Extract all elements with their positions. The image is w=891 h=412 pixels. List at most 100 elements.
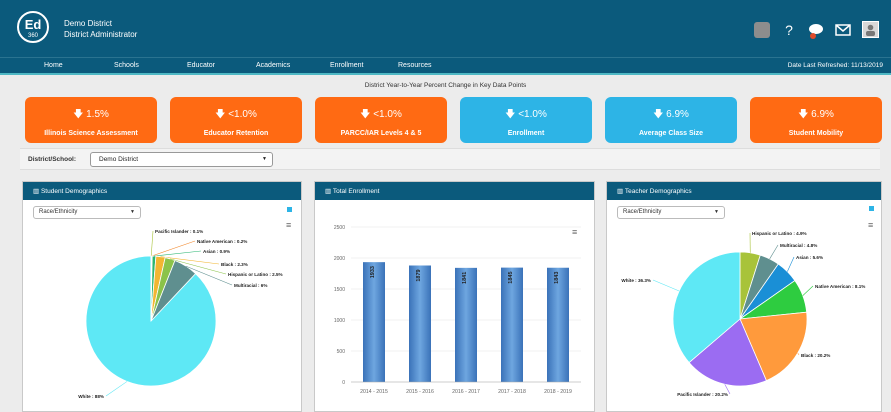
kpi-card[interactable]: 🡇 <1.0% Educator Retention (170, 97, 302, 143)
pie-data-label: Pacific Islander : 20.2% (677, 392, 728, 397)
pie-data-label: White : 88% (78, 394, 104, 399)
kpi-value: 🡇 1.5% (73, 109, 109, 120)
enrollment-bar[interactable] (455, 267, 477, 382)
bar-chart-icon: ▥ (617, 188, 625, 195)
nav-academics[interactable]: Academics (256, 62, 290, 69)
nav-enrollment[interactable]: Enrollment (330, 62, 363, 69)
pie-data-label: Native American : 8.1% (815, 284, 865, 289)
label-leader-line (797, 352, 800, 356)
kpi-label: PARCC/IAR Levels 4 & 5 (340, 130, 422, 137)
label-leader-line (652, 279, 680, 292)
kpi-value: 🡇 6.9% (798, 109, 834, 120)
district-school-select[interactable]: Demo District ▼ (90, 152, 273, 167)
bar-data-label: 1933 (370, 266, 376, 278)
arrow-down-icon: 🡇 (360, 109, 374, 120)
y-tick-label: 500 (337, 349, 346, 355)
kpi-label: Enrollment (507, 130, 545, 137)
label-leader-line (105, 381, 128, 397)
label-leader-line (769, 244, 779, 260)
enrollment-bar[interactable] (409, 265, 431, 382)
kpi-value: 🡇 <1.0% (505, 109, 547, 120)
enrollment-bar[interactable] (501, 267, 523, 382)
chat-icon[interactable] (808, 22, 824, 39)
pie-data-label: Hispanic or Latino : 2.5% (228, 272, 283, 277)
nav-educator[interactable]: Educator (187, 62, 215, 69)
x-tick-label: 2016 - 2017 (452, 389, 480, 395)
pie-data-label: White : 36.3% (621, 278, 651, 283)
label-leader-line (154, 250, 202, 257)
panel-title: Total Enrollment (332, 188, 380, 195)
kpi-label: Educator Retention (203, 130, 269, 137)
ed360-logo[interactable]: Ed 360 (17, 11, 49, 43)
label-leader-line (787, 256, 795, 272)
help-icon[interactable]: ? (781, 22, 797, 38)
user-avatar-icon[interactable] (862, 21, 879, 38)
header-icons: ? (754, 21, 879, 39)
kpi-card[interactable]: 🡇 <1.0% PARCC/IAR Levels 4 & 5 (315, 97, 447, 143)
teacher-pie-chart: Hispanic or Latino : 4.9% Multiracial : 4… (621, 231, 865, 397)
user-role: District Administrator (64, 30, 138, 39)
main-nav: Home Schools Educator Academics Enrollme… (0, 57, 891, 75)
arrow-down-icon: 🡇 (505, 109, 519, 120)
last-refreshed: Date Last Refreshed: 11/13/2019 (787, 62, 883, 69)
pie-data-label: Multiracial : 6% (234, 283, 267, 288)
kpi-value: 🡇 <1.0% (360, 109, 402, 120)
district-school-value: Demo District (99, 156, 139, 163)
enrollment-bar[interactable] (363, 262, 385, 382)
panel-title: Student Demographics (40, 188, 108, 195)
label-leader-line (150, 230, 154, 257)
kpi-value: 🡇 6.9% (653, 109, 689, 120)
bar-data-label: 1843 (554, 272, 560, 284)
enrollment-bar-chart: 0 500 1000 1500 2000 2500 1933 2014 - 2015 1879 2… (334, 225, 581, 395)
student-demographics-panel: ▥ Student Demographics Race/Ethnicity ▼ … (22, 181, 302, 412)
y-tick-label: 2500 (334, 225, 345, 231)
x-tick-label: 2015 - 2016 (406, 389, 434, 395)
teacher-demographics-panel: ▥ Teacher Demographics Race/Ethnicity ▼ … (606, 181, 882, 412)
panel-title: Teacher Demographics (624, 188, 692, 195)
panel-header: ▥ Total Enrollment (315, 182, 594, 200)
bar-data-label: 1879 (416, 269, 422, 281)
y-tick-label: 2000 (334, 256, 345, 262)
kpi-card[interactable]: 🡇 1.5% Illinois Science Assessment (25, 97, 157, 143)
grey-square-icon[interactable] (754, 21, 770, 38)
pie-data-label: Native American : 0.2% (197, 239, 247, 244)
top-header: Ed 360 Demo District District Administrat… (0, 0, 891, 57)
arrow-down-icon: 🡇 (73, 109, 87, 120)
pie-data-label: Black : 20.2% (801, 353, 830, 358)
nav-home[interactable]: Home (44, 62, 63, 69)
enrollment-bar[interactable] (547, 267, 569, 382)
label-leader-line (802, 285, 814, 296)
pie-data-label: Multiracial : 4.8% (780, 243, 817, 248)
kpi-title: District Year-to-Year Percent Change in … (364, 82, 527, 89)
y-tick-label: 1000 (334, 318, 345, 324)
x-tick-label: 2017 - 2018 (498, 389, 526, 395)
filter-label: District/School: (28, 156, 77, 163)
filter-bar: District/School: Demo District ▼ (20, 148, 880, 170)
kpi-card[interactable]: 🡇 6.9% Average Class Size (605, 97, 737, 143)
bar-data-label: 1845 (508, 271, 514, 283)
nav-resources[interactable]: Resources (398, 62, 431, 69)
arrow-down-icon: 🡇 (798, 109, 812, 120)
mail-icon[interactable] (835, 22, 851, 38)
kpi-card[interactable]: 🡇 6.9% Student Mobility (750, 97, 882, 143)
pie-data-label: Asian : 0.9% (203, 249, 230, 254)
kpi-value: 🡇 <1.0% (215, 109, 257, 120)
total-enrollment-panel: ▥ Total Enrollment ≡ 0 500 1000 1500 2000 250… (314, 181, 595, 412)
student-pie-chart: White : 88% Pacific Islander : 0.1% Native… (78, 229, 283, 399)
pie-data-label: Black : 2.3% (221, 262, 248, 267)
panel-header: ▥ Teacher Demographics (607, 182, 881, 200)
bar-data-label: 1841 (462, 272, 468, 284)
pie-data-label: Pacific Islander : 0.1% (155, 229, 203, 234)
y-tick-label: 0 (342, 380, 345, 386)
nav-schools[interactable]: Schools (114, 62, 139, 69)
kpi-label: Student Mobility (788, 130, 844, 137)
panel-header: ▥ Student Demographics (23, 182, 301, 200)
kpi-card[interactable]: 🡇 <1.0% Enrollment (460, 97, 592, 143)
x-tick-label: 2014 - 2015 (360, 389, 388, 395)
bar-chart-icon: ▥ (325, 188, 333, 195)
district-info: Demo District District Administrator (64, 18, 137, 40)
arrow-down-icon: 🡇 (653, 109, 667, 120)
district-name: Demo District (64, 19, 113, 28)
x-tick-label: 2018 - 2019 (544, 389, 572, 395)
pie-data-label: Asian : 5.6% (796, 255, 823, 260)
